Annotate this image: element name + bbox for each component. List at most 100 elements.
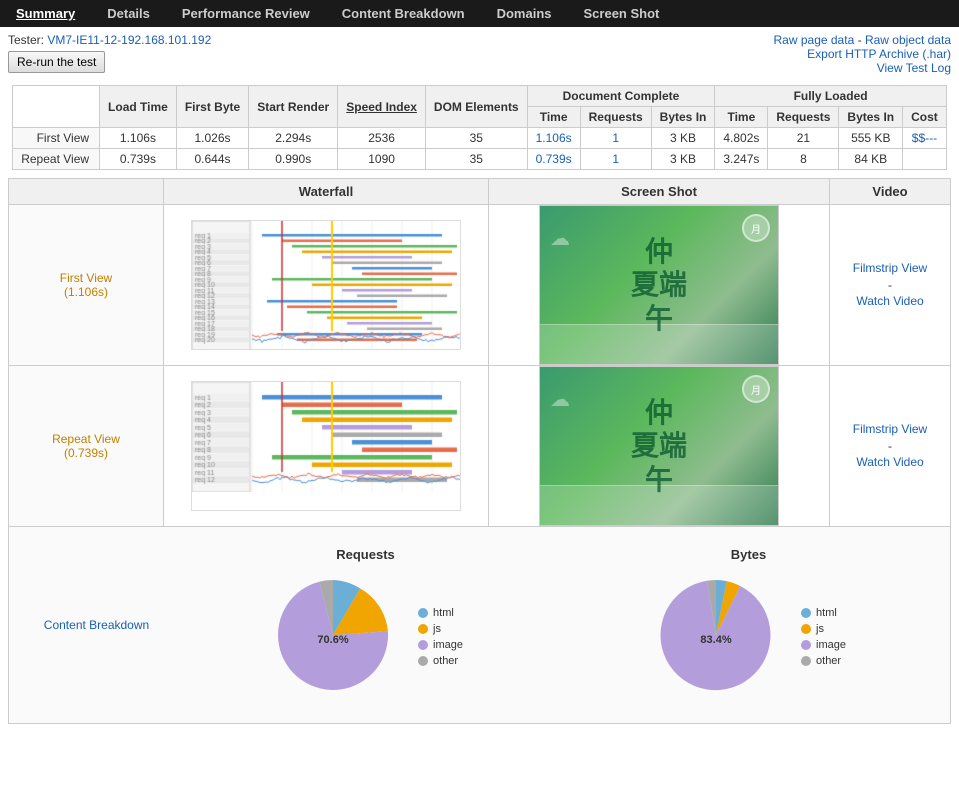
waterfall-canvas-2 [192,382,461,492]
row-fl-bytes-0: 555 KB [839,128,903,149]
row-fl-time-1: 3.247s [715,149,768,170]
legend-html: html [418,607,463,619]
bytes-legend-label-js: js [816,623,824,635]
requests-chart: Requests [268,547,463,703]
raw-links: Raw page data - Raw object data [774,33,951,47]
wfv-screenshot-header: Screen Shot [489,179,830,204]
requests-pie-wrap: 70.6% [268,570,398,703]
fl-requests: Requests [768,107,839,128]
nav-screen-shot[interactable]: Screen Shot [568,0,676,27]
bytes-legend-dot-other [801,656,811,666]
nav-content-breakdown[interactable]: Content Breakdown [326,0,481,27]
chinese-text-1: 仲夏端午 [631,235,687,336]
repeat-view-label: Repeat View(0.739s) [9,366,164,526]
row-label-1: Repeat View [13,149,100,170]
bytes-title: Bytes [651,547,846,562]
row-load-1: 0.739s [100,149,177,170]
repeat-view-dash: - [888,439,892,453]
wfv-header: Waterfall Screen Shot Video [9,179,950,205]
repeat-view-filmstrip-link[interactable]: Filmstrip View [853,420,927,439]
fully-loaded-header: Fully Loaded [715,86,946,107]
raw-object-data-link[interactable]: Raw object data [865,33,951,47]
wfv-section: Waterfall Screen Shot Video First View(1… [8,178,951,527]
col-load-time: Load Time [100,86,177,128]
bytes-legend-label-other: other [816,655,841,667]
legend-js: js [418,623,463,635]
bytes-pie-group: 83.4% [660,580,770,690]
raw-page-data-link[interactable]: Raw page data [774,33,855,47]
navigation: Summary Details Performance Review Conte… [0,0,959,27]
nav-details[interactable]: Details [91,0,166,27]
tester-info: Tester: VM7-IE11-12-192.168.101.192 [8,33,211,47]
first-view-waterfall-img[interactable] [191,220,461,350]
bytes-legend-dot-js [801,624,811,634]
repeat-view-watch-link[interactable]: Watch Video [856,453,923,472]
fl-bytes: Bytes In [839,107,903,128]
row-dc-time-0: 1.106s [527,128,580,149]
metrics-row-0: First View 1.106s 1.026s 2.294s 2536 35 … [13,128,947,149]
nav-domains[interactable]: Domains [481,0,568,27]
first-view-text: First View(1.106s) [60,271,112,299]
legend-dot-other [418,656,428,666]
repeat-view-screenshot-thumb: 月 ☁ 仲夏端午 [539,366,779,526]
bytes-legend-js: js [801,623,846,635]
first-view-screenshot: 月 ☁ 仲夏端午 [489,205,830,365]
dc-requests: Requests [580,107,651,128]
first-view-dash: - [888,278,892,292]
requests-legend: html js image other [418,607,463,667]
view-test-log-link[interactable]: View Test Log [877,61,951,75]
bytes-chart: Bytes [651,547,846,703]
row-startrender-1: 0.990s [249,149,338,170]
row-speedindex-1: 1090 [338,149,426,170]
tester-link[interactable]: VM7-IE11-12-192.168.101.192 [47,33,211,47]
col-first-byte: First Byte [176,86,248,128]
header-right: Raw page data - Raw object data Export H… [774,33,951,75]
rerun-button[interactable]: Re-run the test [8,51,105,73]
bytes-legend-dot-image [801,640,811,650]
repeat-view-text: Repeat View(0.739s) [52,432,120,460]
legend-dot-js [418,624,428,634]
nav-performance-review[interactable]: Performance Review [166,0,326,27]
dc-bytes: Bytes In [651,107,715,128]
bytes-chart-area: 83.4% html js [651,570,846,703]
row-dom-0: 35 [425,128,527,149]
row-startrender-0: 2.294s [249,128,338,149]
requests-pie-group: 70.6% [278,580,388,690]
export-http-link[interactable]: Export HTTP Archive (.har) [807,47,951,61]
repeat-view-screenshot: 月 ☁ 仲夏端午 [489,366,830,526]
col-speed-index: Speed Index [338,86,426,128]
tester-label: Tester: [8,33,44,47]
repeat-view-waterfall[interactable] [164,366,489,526]
bytes-legend-image: image [801,639,846,651]
wfv-waterfall-header: Waterfall [164,179,489,204]
repeat-view-waterfall-img[interactable] [191,381,461,511]
nav-summary[interactable]: Summary [0,0,91,27]
first-view-label: First View(1.106s) [9,205,164,365]
row-load-0: 1.106s [100,128,177,149]
legend-label-js: js [433,623,441,635]
legend-label-image: image [433,639,463,651]
row-speedindex-0: 2536 [338,128,426,149]
col-start-render: Start Render [249,86,338,128]
legend-dot-image [418,640,428,650]
waterfall-canvas-1 [192,221,461,350]
first-view-watch-link[interactable]: Watch Video [856,292,923,311]
row-fl-req-1: 8 [768,149,839,170]
breakdown-row: Content Breakdown Requests [19,537,940,713]
requests-chart-area: 70.6% html js [268,570,463,703]
row-cost-0: $$--- [903,128,947,149]
wfv-video-header: Video [830,179,950,204]
first-view-filmstrip-link[interactable]: Filmstrip View [853,259,927,278]
page-header: Tester: VM7-IE11-12-192.168.101.192 Re-r… [0,27,959,81]
first-view-waterfall[interactable] [164,205,489,365]
content-breakdown-link[interactable]: Content Breakdown [44,618,149,632]
row-firstbyte-0: 1.026s [176,128,248,149]
legend-label-other: other [433,655,458,667]
row-fl-req-0: 21 [768,128,839,149]
bytes-legend-html: html [801,607,846,619]
fl-time: Time [715,107,768,128]
col-dom-elements: DOM Elements [425,86,527,128]
row-dc-bytes-0: 3 KB [651,128,715,149]
cost-link-0[interactable]: $$--- [912,131,937,145]
first-view-video: Filmstrip View - Watch Video [830,205,950,365]
